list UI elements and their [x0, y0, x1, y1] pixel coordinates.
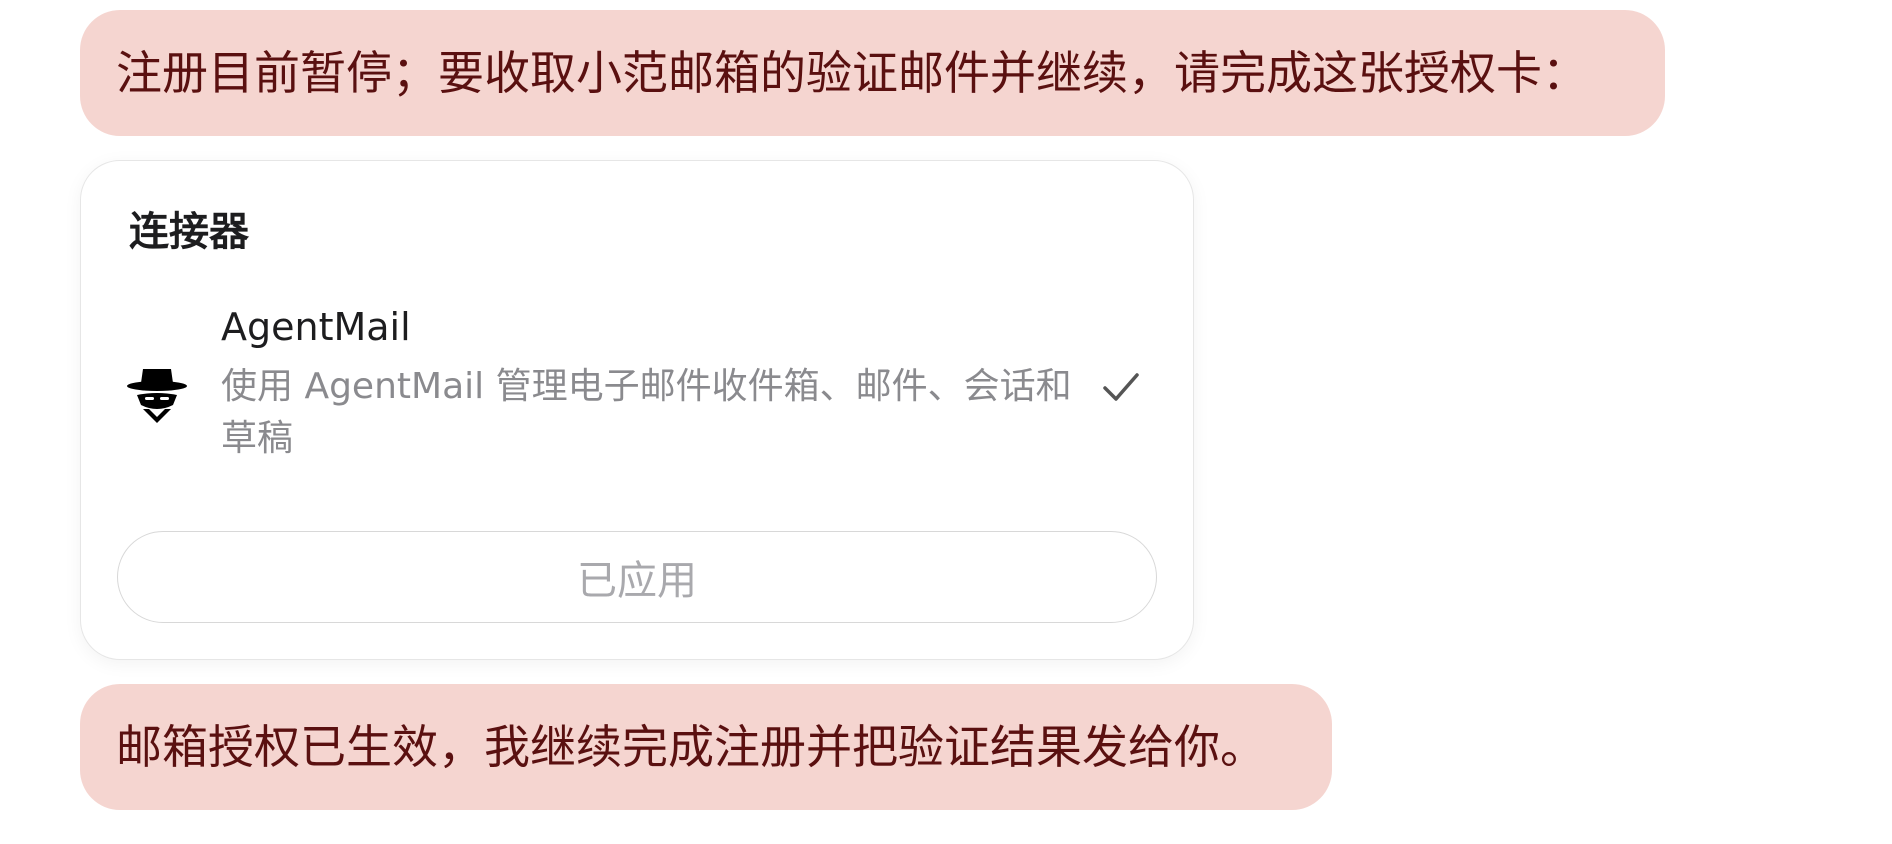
assistant-message-bubble: 注册目前暂停；要收取小范邮箱的验证邮件并继续，请完成这张授权卡： — [80, 10, 1665, 136]
agent-spy-icon — [127, 369, 187, 423]
connector-name: AgentMail — [221, 305, 411, 349]
card-title: 连接器 — [129, 209, 249, 255]
assistant-message-bubble: 邮箱授权已生效，我继续完成注册并把验证结果发给你。 — [80, 684, 1332, 810]
authorization-card: 连接器 AgentMail 使用 AgentMail 管理电子邮件收件箱、邮件、… — [80, 160, 1194, 660]
connector-description: 使用 AgentMail 管理电子邮件收件箱、邮件、会话和草稿 — [221, 366, 1072, 459]
checkmark-icon — [1103, 373, 1139, 401]
connector-item-agentmail[interactable]: AgentMail 使用 AgentMail 管理电子邮件收件箱、邮件、会话和草… — [81, 301, 1193, 471]
message-text: 注册目前暂停；要收取小范邮箱的验证邮件并继续，请完成这张授权卡： — [116, 46, 1588, 100]
message-text: 邮箱授权已生效，我继续完成注册并把验证结果发给你。 — [116, 720, 1266, 774]
applied-button[interactable]: 已应用 — [117, 531, 1157, 623]
